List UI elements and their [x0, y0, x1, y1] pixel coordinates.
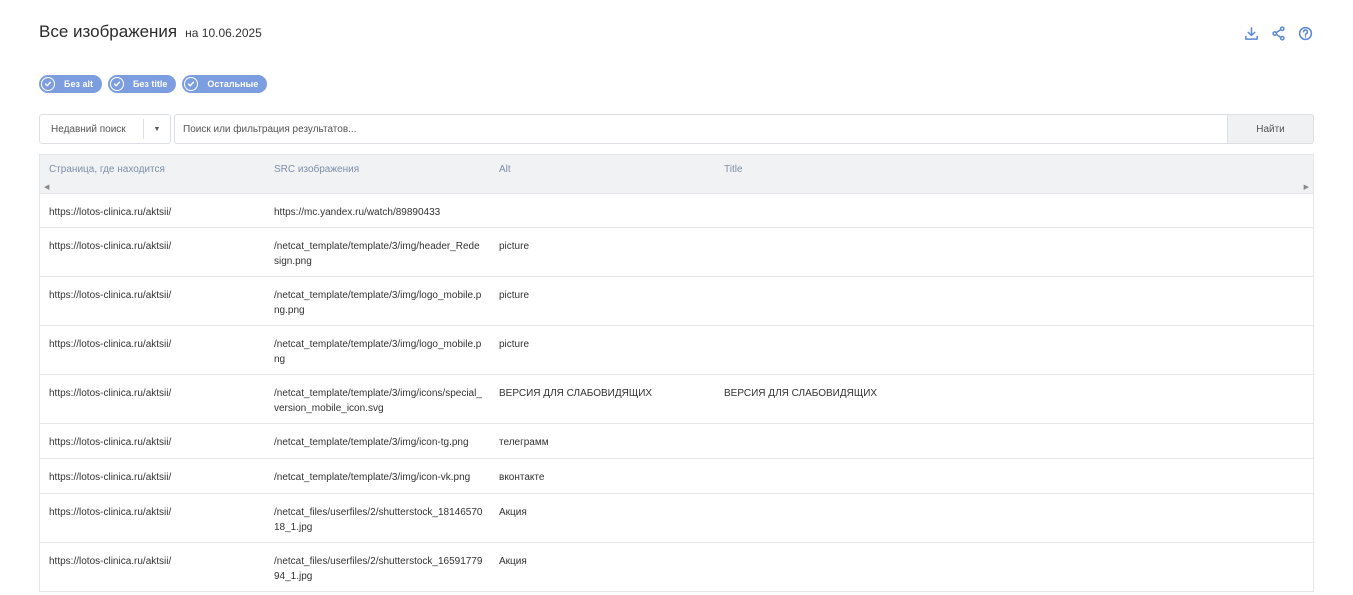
column-header-src[interactable]: SRC изображения — [274, 164, 359, 175]
alt-cell: picture — [499, 290, 530, 301]
search-button[interactable]: Найти — [1228, 114, 1314, 144]
image-src-cell[interactable]: /netcat_template/template/3/img/icons/sp… — [274, 386, 484, 416]
table-row[interactable]: https://lotos-clinica.ru/aktsii/ /netcat_… — [40, 326, 1313, 375]
chevron-down-icon[interactable]: ▼ — [143, 119, 170, 139]
page-url-cell[interactable]: https://lotos-clinica.ru/aktsii/ — [49, 337, 264, 352]
alt-cell: picture — [499, 241, 530, 252]
recent-search-label: Недавний поиск — [51, 123, 126, 135]
alt-cell: picture — [499, 339, 530, 350]
report-date: на 10.06.2025 — [185, 26, 262, 40]
page-url-cell[interactable]: https://lotos-clinica.ru/aktsii/ — [49, 554, 264, 569]
search-input[interactable] — [175, 115, 1227, 143]
filter-chip-no-alt[interactable]: Без alt — [39, 75, 102, 93]
column-header-alt[interactable]: Alt — [499, 164, 511, 175]
share-icon[interactable] — [1270, 25, 1287, 42]
image-src-cell[interactable]: /netcat_files/userfiles/2/shutterstock_1… — [274, 554, 484, 584]
table-body: https://lotos-clinica.ru/aktsii/https://… — [40, 194, 1313, 592]
alt-cell: ВЕРСИЯ ДЛЯ СЛАБОВИДЯЩИХ — [499, 388, 653, 399]
download-icon[interactable] — [1243, 25, 1260, 42]
title-cell: ВЕРСИЯ ДЛЯ СЛАБОВИДЯЩИХ — [724, 388, 878, 399]
table-row[interactable]: https://lotos-clinica.ru/aktsii/ /netcat_… — [40, 494, 1313, 543]
table-header: Страница, где находится SRC изображения … — [40, 155, 1313, 194]
image-src-cell[interactable]: https://mc.yandex.ru/watch/89890433 — [274, 205, 484, 220]
header-actions — [1243, 25, 1314, 42]
filter-chip-other[interactable]: Остальные — [182, 75, 268, 93]
page-title: Все изображения — [39, 22, 178, 41]
table-row[interactable]: https://lotos-clinica.ru/aktsii/ /netcat_… — [40, 459, 1313, 494]
column-header-title[interactable]: Title — [724, 164, 743, 175]
scroll-left-icon[interactable]: ◀ — [44, 183, 49, 191]
table-row[interactable]: https://lotos-clinica.ru/aktsii/ /netcat_… — [40, 424, 1313, 459]
alt-cell: Акция — [499, 507, 527, 518]
scroll-right-icon[interactable]: ▶ — [1304, 183, 1309, 191]
alt-cell: вконтакте — [499, 472, 545, 483]
column-header-page[interactable]: Страница, где находится — [49, 164, 165, 175]
page-url-cell[interactable]: https://lotos-clinica.ru/aktsii/ — [49, 505, 264, 520]
filter-chip-label: Без title — [132, 79, 168, 89]
table-row[interactable]: https://lotos-clinica.ru/aktsii/https://… — [40, 194, 1313, 228]
image-src-cell[interactable]: /netcat_template/template/3/img/icon-vk.… — [274, 470, 484, 485]
page-url-cell[interactable]: https://lotos-clinica.ru/aktsii/ — [49, 205, 264, 220]
filter-chip-label: Без alt — [64, 79, 93, 89]
images-table: Страница, где находится SRC изображения … — [39, 154, 1314, 592]
image-src-cell[interactable]: /netcat_template/template/3/img/icon-tg.… — [274, 435, 484, 450]
alt-cell: телеграмм — [499, 437, 549, 448]
table-row[interactable]: https://lotos-clinica.ru/aktsii/ /netcat_… — [40, 375, 1313, 424]
page-url-cell[interactable]: https://lotos-clinica.ru/aktsii/ — [49, 435, 264, 450]
check-icon — [41, 77, 55, 91]
page-url-cell[interactable]: https://lotos-clinica.ru/aktsii/ — [49, 288, 264, 303]
image-src-cell[interactable]: /netcat_template/template/3/img/logo_mob… — [274, 337, 484, 367]
image-src-cell[interactable]: /netcat_template/template/3/img/logo_mob… — [274, 288, 484, 318]
page-header: Все изображения на 10.06.2025 — [39, 22, 262, 42]
check-icon — [109, 77, 124, 91]
table-row[interactable]: https://lotos-clinica.ru/aktsii/ /netcat_… — [40, 228, 1313, 277]
filter-chip-no-title[interactable]: Без title — [107, 75, 177, 93]
search-bar: Недавний поиск ▼ Найти — [39, 114, 1314, 144]
filter-chip-label: Остальные — [207, 79, 259, 89]
recent-search-dropdown[interactable]: Недавний поиск ▼ — [39, 114, 171, 144]
page-url-cell[interactable]: https://lotos-clinica.ru/aktsii/ — [49, 386, 264, 401]
check-icon — [184, 77, 199, 91]
alt-cell: Акция — [499, 556, 527, 567]
image-src-cell[interactable]: /netcat_files/userfiles/2/shutterstock_1… — [274, 505, 484, 535]
page-url-cell[interactable]: https://lotos-clinica.ru/aktsii/ — [49, 470, 264, 485]
image-src-cell[interactable]: /netcat_template/template/3/img/header_R… — [274, 239, 484, 269]
page-url-cell[interactable]: https://lotos-clinica.ru/aktsii/ — [49, 239, 264, 254]
filter-chips: Без alt Без title Остальные — [39, 75, 268, 93]
help-icon[interactable] — [1297, 25, 1314, 42]
table-row[interactable]: https://lotos-clinica.ru/aktsii/ /netcat_… — [40, 543, 1313, 592]
search-field — [174, 114, 1228, 144]
table-row[interactable]: https://lotos-clinica.ru/aktsii/ /netcat_… — [40, 277, 1313, 326]
